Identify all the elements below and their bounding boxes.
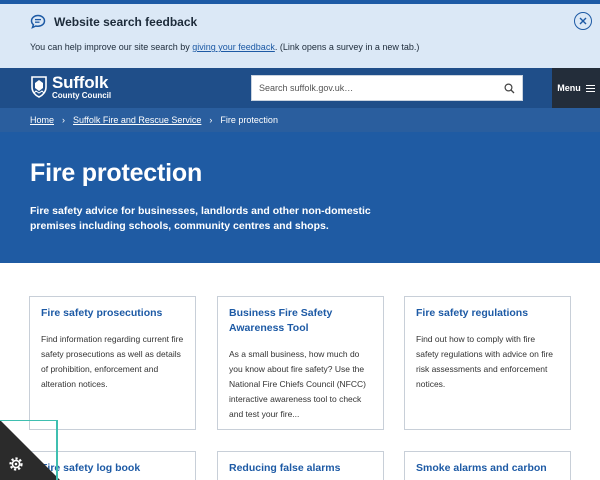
- menu-button[interactable]: Menu: [552, 68, 600, 108]
- card-reducing-false-alarms[interactable]: Reducing false alarms: [217, 451, 384, 480]
- close-banner-button[interactable]: [574, 12, 592, 30]
- card-fire-safety-prosecutions[interactable]: Fire safety prosecutions Find informatio…: [29, 296, 196, 430]
- feedback-text-after: . (Link opens a survey in a new tab.): [274, 42, 420, 52]
- feedback-title: Website search feedback: [54, 15, 198, 29]
- card-description: Find out how to comply with fire safety …: [416, 334, 554, 389]
- site-header: Suffolk County Council Menu: [0, 68, 600, 108]
- card-title: Fire safety regulations: [416, 307, 529, 319]
- feedback-survey-link[interactable]: giving your feedback: [192, 42, 275, 52]
- breadcrumb-separator: ›: [62, 115, 66, 125]
- search-box: [251, 75, 523, 101]
- breadcrumb: Home › Suffolk Fire and Rescue Service ›…: [0, 108, 600, 132]
- card-title: Business Fire Safety Awareness Tool: [229, 307, 333, 334]
- breadcrumb-current: Fire protection: [220, 115, 278, 125]
- card-fire-safety-regulations[interactable]: Fire safety regulations Find out how to …: [404, 296, 571, 430]
- breadcrumb-home[interactable]: Home: [30, 115, 54, 125]
- logo-text: Suffolk County Council: [52, 74, 111, 100]
- logo-name: Suffolk: [52, 73, 109, 92]
- site-logo[interactable]: Suffolk County Council: [30, 74, 111, 100]
- feedback-text-before: You can help improve our site search by: [30, 42, 193, 52]
- card-title: Fire safety log book: [41, 462, 141, 474]
- card-title: Reducing false alarms: [229, 462, 341, 474]
- card-title: Fire safety prosecutions: [41, 307, 163, 319]
- card-business-fire-safety-tool[interactable]: Business Fire Safety Awareness Tool As a…: [217, 296, 384, 430]
- page-intro: Fire safety advice for businesses, landl…: [30, 205, 371, 232]
- hamburger-icon: [585, 84, 595, 92]
- card-description: As a small business, how much do you kno…: [229, 349, 366, 419]
- page-title: Fire protection: [30, 159, 203, 187]
- feedback-text: You can help improve our site search by …: [30, 42, 570, 52]
- chat-bubble-icon: [30, 14, 46, 29]
- search-input[interactable]: [252, 76, 496, 100]
- council-crest-icon: [31, 76, 47, 98]
- hero: Fire protection Fire safety advice for b…: [0, 132, 600, 263]
- feedback-title-row: Website search feedback: [30, 14, 570, 30]
- search-button[interactable]: [496, 76, 522, 100]
- breadcrumb-separator: ›: [209, 115, 213, 125]
- card-description: Find information regarding current fire …: [41, 334, 184, 389]
- card-title: Smoke alarms and carbon: [416, 462, 547, 474]
- gear-icon: [9, 457, 23, 471]
- close-icon: [579, 17, 587, 25]
- search-icon: [503, 82, 514, 93]
- menu-label: Menu: [557, 83, 581, 93]
- logo-subtitle: County Council: [52, 91, 112, 100]
- cookie-settings-button[interactable]: [0, 420, 60, 480]
- feedback-banner: Website search feedback You can help imp…: [0, 4, 600, 68]
- breadcrumb-fire-rescue[interactable]: Suffolk Fire and Rescue Service: [73, 115, 201, 125]
- card-smoke-alarms[interactable]: Smoke alarms and carbon: [404, 451, 571, 480]
